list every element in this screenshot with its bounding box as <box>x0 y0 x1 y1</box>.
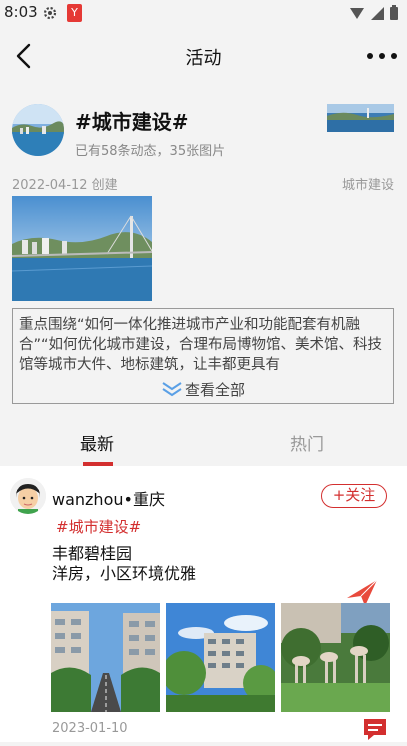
post-image-grid <box>51 603 390 712</box>
post-image[interactable] <box>281 603 390 712</box>
topic-description-box: 重点围绕“如何一体化推进城市产业和功能配套有机融合”“如何优化城市建设，合理布局… <box>12 308 394 404</box>
navbar: 活动 <box>0 26 407 86</box>
see-all-label: 查看全部 <box>184 381 245 399</box>
topic-description: 重点围绕“如何一体化推进城市产业和功能配套有机融合”“如何优化城市建设，合理布局… <box>19 317 383 373</box>
tab-latest[interactable]: 最新 <box>80 430 114 455</box>
cellular-icon <box>371 7 384 20</box>
settings-gear-icon <box>42 5 58 25</box>
plus-icon: + <box>332 486 346 504</box>
topic-created-date: 2022-04-12 创建 <box>12 178 118 193</box>
topic-category: 城市建设 <box>341 178 394 193</box>
more-options-icon[interactable] <box>367 46 397 66</box>
status-time: 8:03 <box>4 3 38 21</box>
app-notification-icon: Y <box>67 4 82 22</box>
post-image[interactable] <box>51 603 160 712</box>
post-date: 2023-01-10 <box>52 721 128 736</box>
topic-avatar <box>12 104 64 156</box>
topic-thumbnail[interactable] <box>327 104 394 132</box>
battery-icon <box>390 5 398 20</box>
topic-photo[interactable] <box>12 196 152 301</box>
post-text-line-2: 洋房，小区环境优雅 <box>52 564 197 583</box>
status-icons <box>349 5 399 21</box>
page-title: 活动 <box>185 48 222 69</box>
post-card: wanzhou•重庆 +关注 #城市建设# 丰都碧桂园 洋房，小区环境优雅 20… <box>0 466 407 742</box>
topic-title: #城市建设# <box>75 110 189 134</box>
post-author[interactable]: wanzhou•重庆 <box>52 486 165 510</box>
post-image[interactable] <box>166 603 275 712</box>
avatar[interactable] <box>10 478 46 514</box>
post-topic-tag[interactable]: #城市建设# <box>56 516 141 537</box>
status-bar: 8:03 Y <box>0 0 407 26</box>
topic-stats: 已有58条动态，35张图片 <box>75 144 226 159</box>
signal-icon <box>350 8 364 19</box>
follow-button[interactable]: +关注 <box>321 484 387 508</box>
tab-hot[interactable]: 热门 <box>290 430 324 455</box>
double-chevron-down-icon <box>161 381 183 401</box>
follow-label: 关注 <box>345 486 376 504</box>
feed-tabs: 最新 热门 <box>0 418 407 466</box>
see-all-button[interactable]: 查看全部 <box>13 379 393 401</box>
topic-header: #城市建设# 已有58条动态，35张图片 2022-04-12 创建 城市建设 … <box>0 86 407 466</box>
